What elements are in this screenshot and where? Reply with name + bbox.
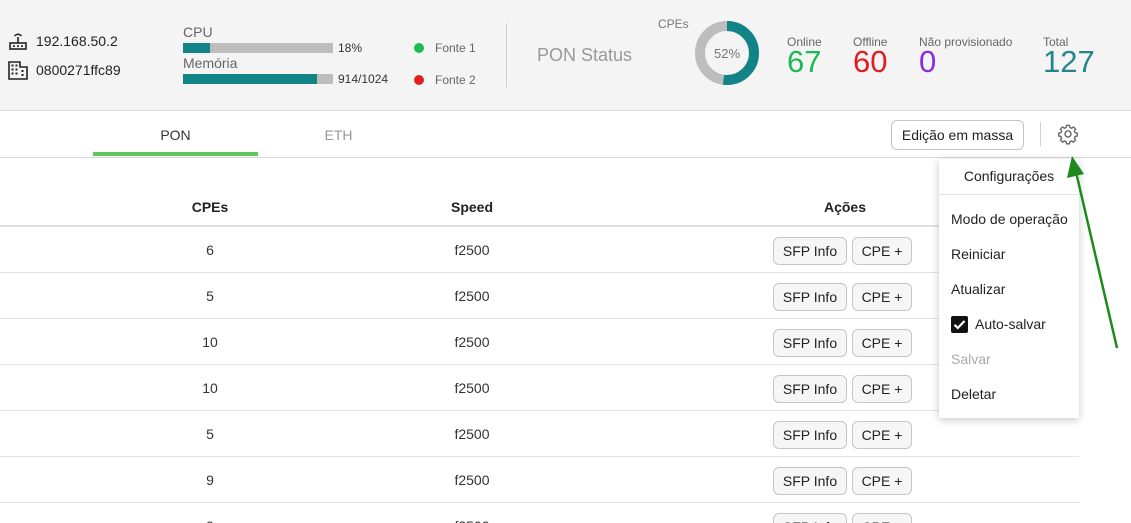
settings-menu: Configurações Modo de operação Reiniciar… xyxy=(939,159,1079,418)
sfp-info-button[interactable]: SFP Info xyxy=(773,375,847,403)
add-cpe-button[interactable]: CPE + xyxy=(852,421,912,449)
donut-percent: 52% xyxy=(714,46,740,61)
offline-count: 60 xyxy=(853,44,888,79)
menu-item-save: Salvar xyxy=(951,351,991,367)
add-cpe-button[interactable]: CPE + xyxy=(852,467,912,495)
sfp-info-button[interactable]: SFP Info xyxy=(773,329,847,357)
cell-cpes: 6 xyxy=(206,242,214,258)
sfp-info-button[interactable]: SFP Info xyxy=(773,467,847,495)
pon-status-title: PON Status xyxy=(537,45,633,65)
checkmark-icon xyxy=(953,320,966,330)
menu-item-update[interactable]: Atualizar xyxy=(951,281,1005,297)
sfp-info-button[interactable]: SFP Info xyxy=(773,513,847,523)
cpu-bar-fill xyxy=(183,43,210,53)
memory-value: 914/1024 xyxy=(338,72,389,86)
tab-pon[interactable]: PON xyxy=(93,127,258,143)
cpu-bar xyxy=(183,43,333,53)
status-header: 192.168.50.2 0800271ffc89 CPU 18% Memóri… xyxy=(0,0,1131,111)
toolbar-divider xyxy=(1040,122,1041,146)
sfp-info-button[interactable]: SFP Info xyxy=(773,421,847,449)
online-count: 67 xyxy=(787,44,822,79)
cell-speed: f2500 xyxy=(454,242,490,258)
cpes-donut-chart: 52% xyxy=(695,21,759,85)
device-ip-row: 192.168.50.2 xyxy=(8,31,118,51)
table-row: 10 f2500 SFP Info CPE + xyxy=(0,365,1079,411)
cell-cpes: 10 xyxy=(202,334,218,350)
page: 192.168.50.2 0800271ffc89 CPU 18% Memóri… xyxy=(0,0,1131,523)
table-row: 5 f2500 SFP Info CPE + xyxy=(0,411,1079,457)
add-cpe-button[interactable]: CPE + xyxy=(852,329,912,357)
table-row: 9 f2500 SFP InfoCPE + xyxy=(0,457,1079,503)
annotation-arrow-icon xyxy=(1067,156,1119,349)
cpu-label: CPU xyxy=(183,24,213,40)
cell-cpes: 10 xyxy=(202,380,218,396)
cell-speed: f2500 xyxy=(454,426,490,442)
memory-label: Memória xyxy=(183,55,238,71)
device-serial: 0800271ffc89 xyxy=(36,62,121,78)
auto-save-checkbox[interactable] xyxy=(951,316,968,333)
device-serial-row: 0800271ffc89 xyxy=(8,60,121,80)
unprovisioned-count: 0 xyxy=(919,44,937,79)
power-source-2-status-dot xyxy=(414,75,424,85)
cpes-label: CPEs xyxy=(658,17,689,31)
table-row: 6 f2500 SFP Info CPE + xyxy=(0,227,1079,273)
add-cpe-button[interactable]: CPE + xyxy=(852,375,912,403)
power-source-1: Fonte 1 xyxy=(414,41,476,55)
cell-speed: f2500 xyxy=(454,334,490,350)
mass-edit-button[interactable]: Edição em massa xyxy=(891,120,1024,150)
cell-cpes: 5 xyxy=(206,288,214,304)
cpu-value: 18% xyxy=(338,41,363,55)
table-row: 9 f2500 SFP Info CPE + xyxy=(0,503,1079,523)
power-source-2: Fonte 2 xyxy=(414,73,476,87)
sfp-info-button[interactable]: SFP Info xyxy=(773,283,847,311)
device-ip: 192.168.50.2 xyxy=(36,33,118,49)
power-source-1-label: Fonte 1 xyxy=(435,41,476,55)
menu-item-restart[interactable]: Reiniciar xyxy=(951,246,1005,262)
table-row: 10 f2500 SFP Info CPE + xyxy=(0,319,1079,365)
gear-icon[interactable] xyxy=(1057,123,1079,145)
add-cpe-button[interactable]: CPE + xyxy=(852,283,912,311)
add-cpe-button[interactable]: CPE + xyxy=(852,513,912,523)
cell-speed: f2500 xyxy=(454,380,490,396)
router-icon xyxy=(9,33,27,50)
tab-eth[interactable]: ETH xyxy=(256,127,421,143)
header-divider xyxy=(506,23,507,87)
menu-item-operation-mode[interactable]: Modo de operação xyxy=(951,211,1068,227)
tabbar-divider xyxy=(0,157,1131,158)
column-header-speed: Speed xyxy=(450,199,493,215)
cell-speed: f2500 xyxy=(454,288,490,304)
memory-bar xyxy=(183,74,333,84)
active-tab-indicator xyxy=(93,152,258,156)
cell-speed: f2500 xyxy=(454,472,490,488)
cell-speed: f2500 xyxy=(372,503,572,523)
power-source-1-status-dot xyxy=(414,43,424,53)
add-cpe-button[interactable]: CPE + xyxy=(852,237,912,265)
cell-cpes: 9 xyxy=(110,503,310,523)
table-row: 5 f2500 SFP Info CPE + xyxy=(0,273,1079,319)
cell-cpes: 5 xyxy=(206,426,214,442)
menu-item-delete[interactable]: Deletar xyxy=(951,386,996,402)
menu-item-auto-save[interactable]: Auto-salvar xyxy=(975,316,1046,332)
column-header-cpes: CPEs xyxy=(191,199,229,215)
settings-menu-title: Configurações xyxy=(939,159,1079,195)
total-count: 127 xyxy=(1043,44,1095,79)
cell-cpes: 9 xyxy=(206,472,214,488)
building-icon xyxy=(8,61,28,80)
memory-bar-fill xyxy=(183,74,317,84)
sfp-info-button[interactable]: SFP Info xyxy=(773,237,847,265)
column-header-actions: Ações xyxy=(823,199,867,215)
power-source-2-label: Fonte 2 xyxy=(435,73,476,87)
